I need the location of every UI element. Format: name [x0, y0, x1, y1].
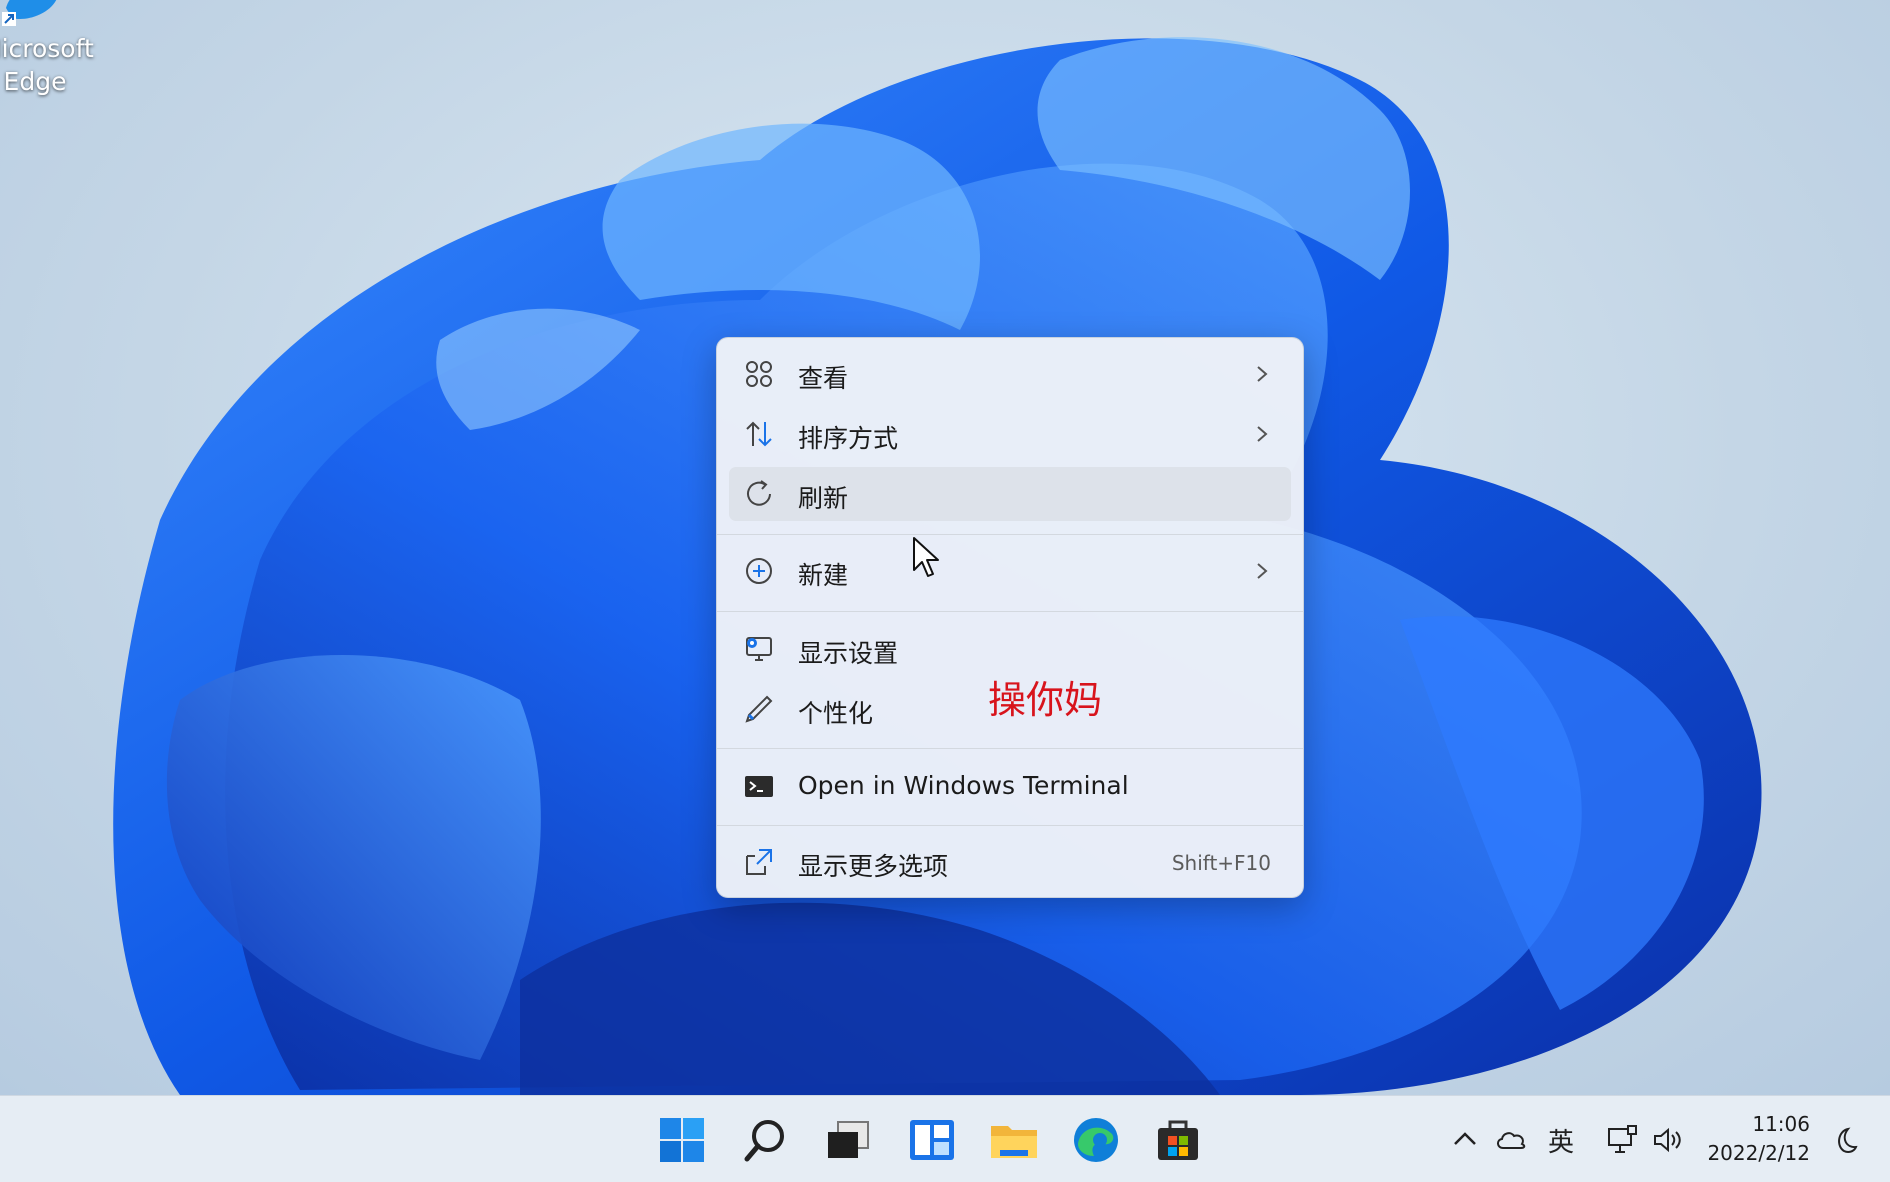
menu-item-new[interactable]: 新建 [729, 544, 1291, 598]
mouse-cursor-icon [913, 537, 939, 577]
menu-item-label: 刷新 [798, 484, 849, 513]
context-menu: 查看 排序方式 刷新 新建 显示设置 个性化 Open in Windows T… [716, 337, 1304, 898]
plus-circle-icon [746, 558, 772, 584]
edge-icon [2, 0, 57, 26]
chevron-right-icon [1257, 366, 1268, 382]
edge-button[interactable] [1070, 1114, 1122, 1166]
keyboard-shortcut: Shift+F10 [1171, 851, 1271, 875]
menu-item-open-terminal[interactable]: Open in Windows Terminal [729, 759, 1291, 813]
ime-indicator[interactable]: 英 [1548, 1122, 1574, 1159]
search-button[interactable] [740, 1114, 792, 1166]
task-view-button[interactable] [822, 1114, 874, 1166]
menu-item-label: 新建 [798, 561, 849, 590]
moon-focus-icon[interactable] [1830, 1126, 1858, 1156]
menu-separator [717, 611, 1303, 612]
terminal-icon [745, 776, 773, 797]
clock-date: 2022/2/12 [1707, 1141, 1810, 1165]
chevron-right-icon [1257, 426, 1268, 442]
menu-item-label: 查看 [798, 364, 849, 393]
desktop-icon-edge[interactable]: Microsoft Edge [0, 0, 110, 110]
menu-item-label: 排序方式 [798, 424, 899, 453]
menu-separator [717, 534, 1303, 535]
menu-item-display-settings[interactable]: 显示设置 [729, 622, 1291, 676]
overlay-text: 操你妈 [988, 678, 1103, 722]
menu-item-label: 个性化 [798, 699, 874, 728]
grid-view-icon [746, 361, 772, 387]
clock[interactable]: 11:06 2022/2/12 [1707, 1110, 1810, 1168]
menu-item-view[interactable]: 查看 [729, 347, 1291, 401]
display-settings-icon [746, 637, 772, 661]
network-icon[interactable] [1606, 1124, 1638, 1156]
store-button[interactable] [1152, 1114, 1204, 1166]
widgets-button[interactable] [906, 1114, 958, 1166]
widgets-icon [910, 1120, 954, 1160]
clock-time: 11:06 [1752, 1112, 1810, 1136]
start-icon [660, 1118, 704, 1162]
refresh-icon [747, 480, 771, 506]
menu-item-sort[interactable]: 排序方式 [729, 407, 1291, 461]
search-icon [744, 1120, 784, 1162]
expand-icon [746, 849, 772, 875]
start-button[interactable] [656, 1114, 708, 1166]
store-icon [1158, 1120, 1198, 1160]
edge-icon [1074, 1118, 1118, 1162]
menu-item-show-more-options[interactable]: 显示更多选项 Shift+F10 [729, 835, 1291, 889]
file-explorer-button[interactable] [988, 1114, 1040, 1166]
pen-icon [745, 695, 773, 723]
onedrive-cloud-icon[interactable] [1494, 1124, 1528, 1154]
chevron-up-icon[interactable] [1452, 1128, 1478, 1150]
desktop-icon-label: Microsoft Edge [0, 34, 94, 96]
menu-item-label: 显示更多选项 [798, 852, 949, 881]
task-view-icon [828, 1121, 869, 1158]
sort-arrows-icon [746, 421, 772, 447]
menu-item-label: Open in Windows Terminal [798, 771, 1129, 800]
menu-item-refresh[interactable]: 刷新 [729, 467, 1291, 521]
chevron-right-icon [1257, 563, 1268, 579]
file-explorer-icon [991, 1126, 1037, 1158]
menu-separator [717, 825, 1303, 826]
menu-separator [717, 748, 1303, 749]
volume-icon[interactable] [1652, 1124, 1686, 1156]
menu-item-label: 显示设置 [798, 639, 899, 668]
taskbar: 英 11:06 2022/2/12 [0, 1095, 1890, 1182]
